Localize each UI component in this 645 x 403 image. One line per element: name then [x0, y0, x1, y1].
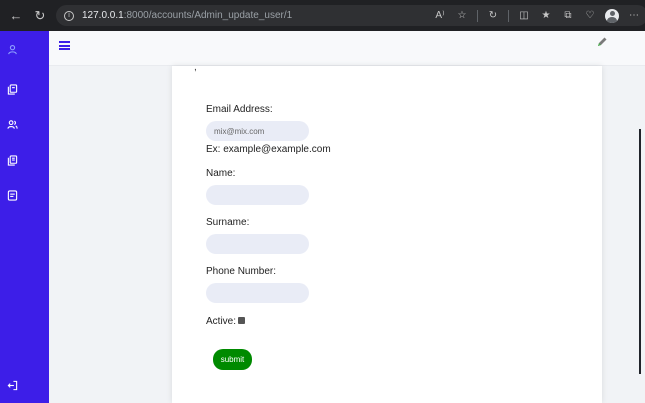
active-checkbox[interactable] [238, 316, 246, 324]
toolbar-divider [477, 9, 478, 22]
sidebar-item-profile[interactable] [0, 41, 24, 57]
email-field[interactable] [206, 121, 309, 141]
logout-icon [7, 380, 17, 390]
list-document-icon [7, 189, 17, 201]
more-options-icon[interactable]: ⋯ [627, 9, 641, 23]
collections-icon[interactable]: ⧉ [561, 9, 575, 23]
sidebar-item-documents[interactable] [0, 81, 24, 97]
surname-field[interactable] [206, 234, 309, 254]
hamburger-menu-icon[interactable] [59, 41, 70, 50]
split-screen-icon[interactable]: ◫ [517, 9, 531, 23]
sidebar [0, 31, 49, 403]
url-path: :8000/accounts/Admin_update_user/1 [123, 10, 293, 21]
name-label: Name: [206, 168, 236, 179]
file-stack-icon [7, 83, 17, 95]
star-icon[interactable]: ☆ [455, 9, 469, 23]
email-hint: Ex: example@example.com [206, 144, 331, 155]
email-label: Email Address: [206, 104, 273, 115]
scrollbar[interactable] [639, 129, 641, 374]
update-user-card: , Email Address: Ex: example@example.com… [172, 62, 602, 403]
heart-extension-icon[interactable]: ♡ [583, 9, 597, 23]
users-icon [6, 119, 18, 129]
user-icon [7, 44, 17, 54]
sidebar-item-logout[interactable] [0, 377, 24, 393]
pen-icon[interactable] [596, 36, 608, 48]
sidebar-item-users[interactable] [0, 116, 24, 132]
active-row: Active: [206, 316, 246, 327]
sidebar-item-reports[interactable] [0, 187, 24, 203]
submit-button[interactable]: submit [213, 349, 252, 370]
top-header [49, 31, 645, 66]
phone-label: Phone Number: [206, 266, 277, 277]
toolbar-divider [508, 9, 509, 22]
document-icon [7, 154, 17, 166]
reload-icon[interactable]: ↻ [30, 6, 50, 26]
refresh-extension-icon[interactable]: ↻ [486, 9, 500, 23]
back-arrow-icon[interactable]: ← [6, 6, 26, 26]
surname-label: Surname: [206, 217, 250, 228]
name-field[interactable] [206, 185, 309, 205]
url-host: 127.0.0.1 [82, 10, 124, 21]
browser-toolbar: ← ↻ i 127.0.0.1:8000/accounts/Admin_upda… [0, 0, 645, 31]
profile-avatar-icon[interactable] [605, 8, 619, 23]
info-icon[interactable]: i [64, 10, 74, 21]
active-label: Active: [206, 316, 237, 327]
read-aloud-icon[interactable]: A⁾ [433, 9, 447, 23]
phone-field[interactable] [206, 283, 309, 303]
card-title-fragment: , [194, 62, 197, 73]
sidebar-item-records[interactable] [0, 152, 24, 168]
favorites-icon[interactable]: ★ [539, 9, 553, 23]
